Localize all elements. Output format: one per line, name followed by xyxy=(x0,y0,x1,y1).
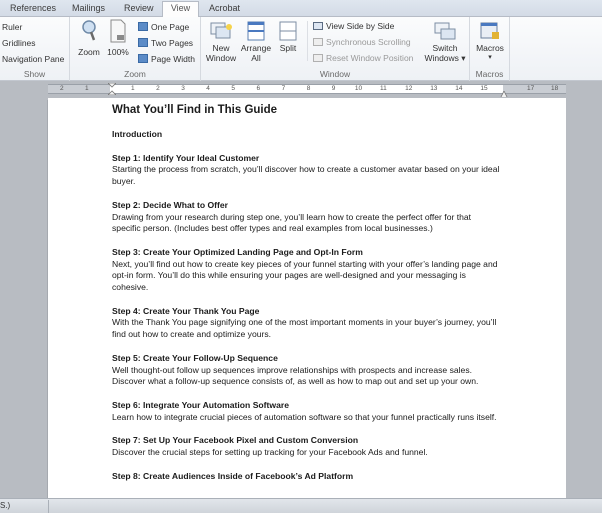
tab-mailings[interactable]: Mailings xyxy=(68,2,109,17)
section-heading: Step 4: Create Your Thank You Page xyxy=(112,305,260,316)
one-page-button[interactable]: One Page xyxy=(151,22,189,32)
ruler-tick: 6 xyxy=(256,85,261,92)
page-100-icon xyxy=(110,19,126,43)
ruler-checkbox[interactable]: Ruler xyxy=(2,22,22,32)
view-side-by-side-icon xyxy=(313,22,323,30)
ribbon-tab-bar: References Mailings Review View Acrobat xyxy=(0,0,602,17)
group-macros: Macros ▾ Macros xyxy=(470,17,510,81)
group-label-window: Window xyxy=(319,69,351,79)
two-pages-icon xyxy=(138,38,148,47)
ruler-tick: 12 xyxy=(405,85,413,92)
zoom-button[interactable]: Zoom xyxy=(75,19,103,57)
section-body: Discover the crucial steps for setting u… xyxy=(112,447,428,458)
section-body: Next, you’ll find out how to create key … xyxy=(112,258,498,293)
ruler-tick: 2 xyxy=(60,85,64,92)
group-show: Ruler Gridlines Navigation Pane Show xyxy=(0,17,70,81)
macros-button[interactable]: Macros ▾ xyxy=(472,21,508,63)
section-body: Starting the process from scratch, you’l… xyxy=(112,164,500,187)
document-section: Step 2: Decide What to Offer Drawing from… xyxy=(112,200,502,235)
group-label-macros: Macros xyxy=(475,69,504,79)
split-button[interactable]: Split xyxy=(275,21,301,53)
page-width-icon xyxy=(138,54,148,63)
section-heading: Step 7: Set Up Your Facebook Pixel and C… xyxy=(112,435,359,446)
document-page[interactable]: What You’ll Find in This Guide Introduct… xyxy=(48,98,566,498)
section-heading: Step 1: Identify Your Ideal Customer xyxy=(112,152,260,163)
group-zoom: Zoom 100% One Page Two Pages Page Width … xyxy=(70,17,201,81)
new-window-button[interactable]: New Window xyxy=(203,21,239,63)
document-section: Step 7: Set Up Your Facebook Pixel and C… xyxy=(112,435,502,458)
ruler-tick: 15 xyxy=(480,85,488,92)
indent-marker-icon[interactable] xyxy=(108,83,116,95)
document-section: Step 5: Create Your Follow-Up Sequence We… xyxy=(112,353,502,388)
ruler-left-margin xyxy=(48,84,110,94)
divider xyxy=(307,21,308,61)
document-section: Step 8: Create Audiences Inside of Faceb… xyxy=(112,471,502,483)
reset-window-position-icon xyxy=(313,54,323,62)
tab-acrobat[interactable]: Acrobat xyxy=(205,2,244,17)
gridlines-checkbox[interactable]: Gridlines xyxy=(2,38,36,48)
split-icon xyxy=(279,21,297,41)
ruler-tick: 17 xyxy=(527,85,535,92)
two-pages-button[interactable]: Two Pages xyxy=(151,38,193,48)
ruler-tick: 1 xyxy=(131,85,135,92)
ruler-tick: 14 xyxy=(455,85,463,92)
arrange-all-button[interactable]: Arrange All xyxy=(239,21,273,63)
switch-windows-icon xyxy=(434,22,456,40)
section-heading: Step 2: Decide What to Offer xyxy=(112,199,229,210)
ruler-tick: 9 xyxy=(331,85,336,92)
macros-icon xyxy=(480,22,499,39)
ruler-tick: 1 xyxy=(85,85,89,92)
ruler-tick: 11 xyxy=(380,85,387,92)
document-section: Step 1: Identify Your Ideal Customer Star… xyxy=(112,153,502,188)
intro-heading: Introduction xyxy=(112,129,163,139)
document-section: Step 4: Create Your Thank You Page With t… xyxy=(112,306,502,341)
synchronous-scrolling-icon xyxy=(313,38,323,46)
group-label-show: Show xyxy=(23,69,46,79)
document-title: What You’ll Find in This Guide xyxy=(112,104,278,116)
tab-references[interactable]: References xyxy=(6,2,60,17)
group-window: New Window Arrange All Split View Side b… xyxy=(201,17,470,81)
page-width-button[interactable]: Page Width xyxy=(151,54,195,64)
status-divider xyxy=(48,500,49,513)
ruler-tick: 13 xyxy=(430,85,438,92)
ruler-tick: 8 xyxy=(306,85,311,92)
ruler-tick: 18 xyxy=(551,85,559,92)
tab-review[interactable]: Review xyxy=(120,2,158,17)
ruler-tick: 2 xyxy=(156,85,160,92)
status-text: S.) xyxy=(0,501,11,510)
section-heading: Step 5: Create Your Follow-Up Sequence xyxy=(112,352,278,363)
group-label-zoom: Zoom xyxy=(124,69,146,79)
tab-view[interactable]: View xyxy=(162,1,199,17)
document-section: Step 6: Integrate Your Automation Softwa… xyxy=(112,400,502,423)
synchronous-scrolling-button[interactable]: Synchronous Scrolling xyxy=(326,37,411,47)
switch-windows-button[interactable]: Switch Windows ▾ xyxy=(423,21,467,63)
section-heading: Step 8: Create Audiences Inside of Faceb… xyxy=(112,470,354,481)
section-heading: Step 6: Integrate Your Automation Softwa… xyxy=(112,399,289,410)
section-body: With the Thank You page signifying one o… xyxy=(112,317,497,340)
ribbon: Ruler Gridlines Navigation Pane Show Zoo… xyxy=(0,17,602,81)
section-body: Learn how to integrate crucial pieces of… xyxy=(112,411,497,422)
one-page-icon xyxy=(138,22,148,31)
ruler-tick: 10 xyxy=(354,85,363,92)
document-section: Step 3: Create Your Optimized Landing Pa… xyxy=(112,247,502,294)
section-body: Well thought-out follow up sequences imp… xyxy=(112,364,479,387)
section-heading: Step 3: Create Your Optimized Landing Pa… xyxy=(112,246,363,257)
new-window-icon xyxy=(210,22,232,39)
magnifier-icon xyxy=(82,20,96,41)
reset-window-position-button[interactable]: Reset Window Position xyxy=(326,53,413,63)
status-bar: S.) xyxy=(0,498,602,513)
ruler-tick: 4 xyxy=(206,85,210,92)
ruler-tick: 7 xyxy=(281,85,286,92)
navigation-pane-checkbox[interactable]: Navigation Pane xyxy=(2,54,64,64)
zoom-100-button[interactable]: 100% xyxy=(106,19,130,57)
section-body: Drawing from your research during step o… xyxy=(112,211,472,234)
ruler-tick: 5 xyxy=(231,85,236,92)
view-side-by-side-button[interactable]: View Side by Side xyxy=(326,21,394,31)
document-content: What You’ll Find in This Guide Introduct… xyxy=(112,103,502,494)
ruler-tick: 3 xyxy=(181,85,185,92)
arrange-all-icon xyxy=(247,21,265,41)
